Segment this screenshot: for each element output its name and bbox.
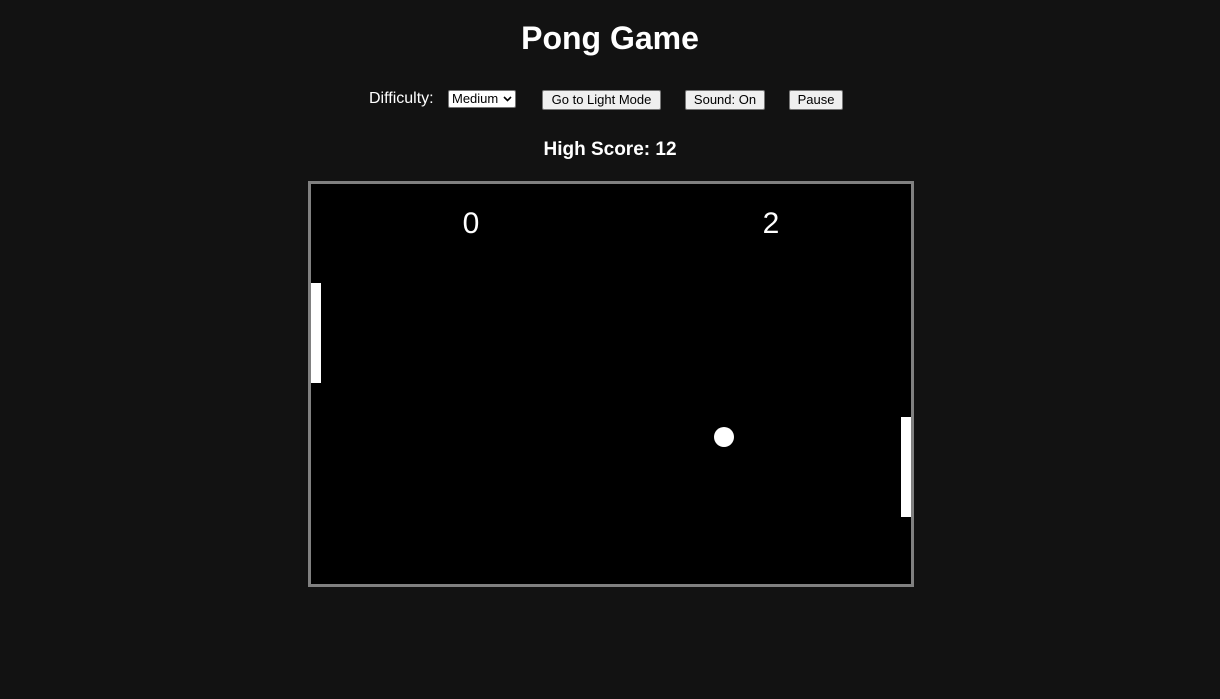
page-title: Pong Game: [521, 20, 699, 56]
difficulty-select[interactable]: Medium: [448, 90, 516, 108]
difficulty-selected-value: Medium: [452, 91, 499, 106]
high-score: High Score: 12: [543, 139, 677, 160]
left-paddle: [311, 283, 321, 383]
game-canvas[interactable]: 0 2: [311, 184, 911, 584]
right-paddle: [901, 417, 911, 517]
game-board[interactable]: 0 2: [308, 181, 914, 587]
difficulty-label: Difficulty:: [369, 90, 434, 107]
controls-bar: Difficulty: Medium Go to Light Mode Soun…: [0, 89, 1220, 111]
pause-button[interactable]: Pause: [789, 90, 843, 110]
right-player-score: 2: [762, 207, 780, 240]
ball: [714, 427, 734, 447]
left-player-score: 0: [462, 207, 480, 240]
sound-toggle-button[interactable]: Sound: On: [685, 90, 765, 110]
light-mode-button[interactable]: Go to Light Mode: [542, 90, 661, 110]
chevron-down-icon: [503, 94, 512, 104]
